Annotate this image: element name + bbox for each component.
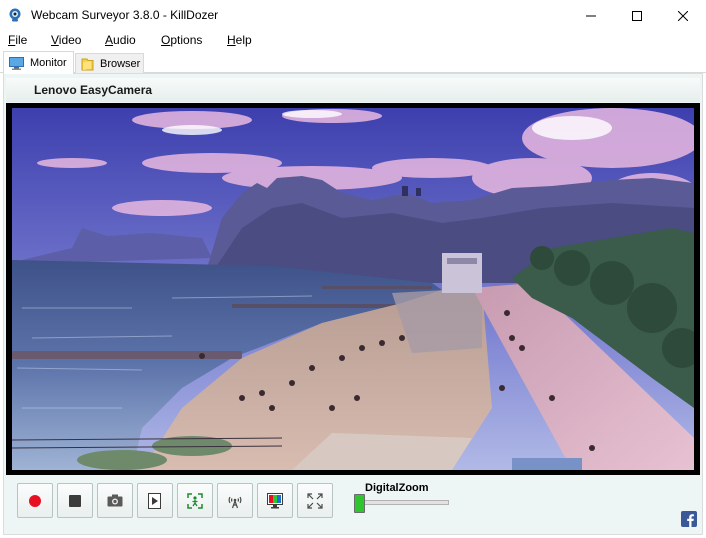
menu-file[interactable]: File (8, 33, 27, 47)
menu-help[interactable]: Help (227, 33, 252, 47)
video-view[interactable] (12, 108, 694, 470)
video-settings-button[interactable] (257, 483, 293, 518)
minimize-icon (586, 15, 596, 16)
app-webcam-icon (9, 8, 21, 22)
fullscreen-button[interactable] (297, 483, 333, 518)
record-button[interactable] (17, 483, 53, 518)
camera-name: Lenovo EasyCamera (34, 83, 153, 97)
play-file-icon (147, 492, 161, 509)
webcam-feed-image (12, 108, 694, 470)
monitor-icon (9, 56, 24, 70)
motion-detect-button[interactable] (177, 483, 213, 518)
folder-icon (81, 58, 94, 70)
tab-browser-label: Browser (100, 57, 141, 70)
maximize-icon (632, 10, 642, 21)
broadcast-button[interactable] (217, 483, 253, 518)
menu-bar: File Video Audio Options Help (0, 31, 706, 51)
close-icon (678, 10, 688, 21)
menu-options[interactable]: Options (161, 33, 202, 47)
maximize-button[interactable] (614, 0, 660, 31)
digital-zoom-slider-thumb[interactable] (354, 494, 365, 513)
minimize-button[interactable] (568, 0, 614, 31)
camera-icon (107, 494, 123, 507)
menu-video[interactable]: Video (51, 33, 81, 47)
record-icon (29, 494, 41, 507)
monitor-panel: Lenovo EasyCamera (3, 73, 703, 535)
motion-detect-icon (187, 492, 203, 509)
tab-monitor-label: Monitor (30, 57, 67, 69)
tab-monitor[interactable]: Monitor (3, 51, 74, 74)
camera-header: Lenovo EasyCamera (6, 78, 700, 102)
stop-icon (69, 494, 81, 507)
window-title: Webcam Surveyor 3.8.0 - KillDozer (31, 8, 219, 22)
close-button[interactable] (660, 0, 706, 31)
menu-audio[interactable]: Audio (105, 33, 136, 47)
title-bar: Webcam Surveyor 3.8.0 - KillDozer (0, 0, 706, 31)
video-frame (6, 103, 700, 475)
digital-zoom-slider-track[interactable] (361, 500, 449, 505)
tab-browser[interactable]: Browser (75, 53, 144, 73)
facebook-f-glyph (687, 514, 694, 527)
snapshot-button[interactable] (97, 483, 133, 518)
facebook-icon[interactable] (681, 511, 697, 527)
playback-button[interactable] (137, 483, 173, 518)
fullscreen-icon (307, 492, 323, 509)
stop-button[interactable] (57, 483, 93, 518)
broadcast-icon (228, 496, 242, 508)
digital-zoom-label: DigitalZoom (365, 482, 429, 494)
tab-bar: Monitor Browser (0, 51, 706, 74)
color-settings-icon (267, 492, 283, 508)
